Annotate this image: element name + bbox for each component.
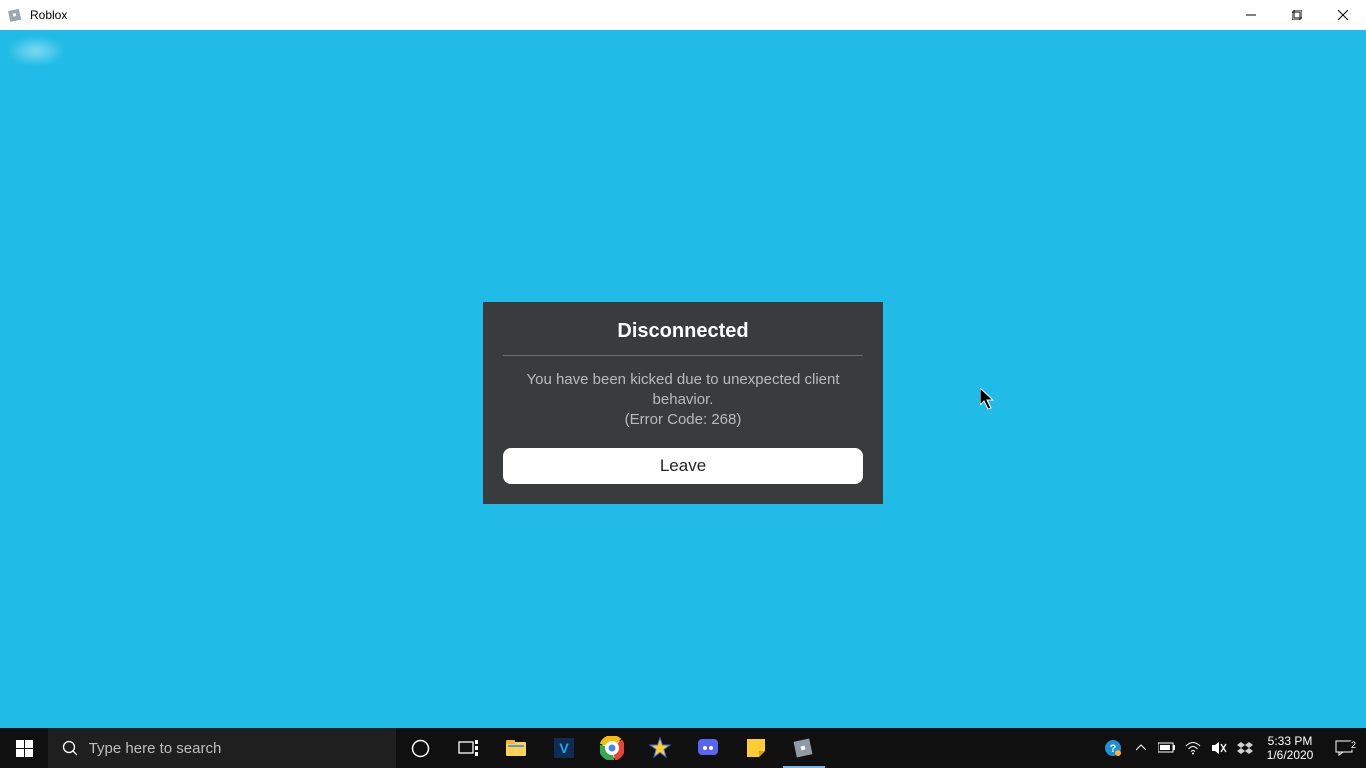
taskbar: V <box>0 728 1366 768</box>
dialog-message-line2: behavior. <box>653 391 714 408</box>
leave-button[interactable]: Leave <box>503 448 863 484</box>
close-button[interactable] <box>1320 0 1366 30</box>
taskbar-app-list: V <box>492 728 828 768</box>
taskbar-app-visual-studio[interactable]: V <box>540 728 588 768</box>
roblox-app-icon <box>8 7 24 23</box>
task-view-button[interactable] <box>444 728 492 768</box>
taskbar-app-notes[interactable] <box>732 728 780 768</box>
taskbar-app-roblox[interactable] <box>780 728 828 768</box>
clock-time: 5:33 PM <box>1268 734 1313 748</box>
taskbar-app-star[interactable] <box>636 728 684 768</box>
window-title: Roblox <box>30 8 67 22</box>
tray-overflow-icon[interactable] <box>1128 728 1154 768</box>
taskbar-app-google-chrome[interactable] <box>588 728 636 768</box>
clock-date: 1/6/2020 <box>1267 748 1314 762</box>
tray-dropbox-icon[interactable] <box>1232 728 1258 768</box>
taskbar-app-discord[interactable] <box>684 728 732 768</box>
system-tray: ? <box>1098 728 1366 768</box>
taskbar-app-file-explorer[interactable] <box>492 728 540 768</box>
dialog-message: You have been kicked due to unexpected c… <box>503 356 863 448</box>
tray-wifi-icon[interactable] <box>1180 728 1206 768</box>
mouse-cursor-icon <box>980 388 998 412</box>
window-titlebar: Roblox <box>0 0 1366 30</box>
tray-help-icon[interactable]: ? <box>1098 728 1128 768</box>
dialog-message-line1: You have been kicked due to unexpected c… <box>526 371 839 388</box>
action-center-button[interactable]: 2 <box>1322 740 1366 756</box>
maximize-button[interactable] <box>1274 0 1320 30</box>
disconnected-dialog: Disconnected You have been kicked due to… <box>483 302 883 504</box>
start-button[interactable] <box>0 728 48 768</box>
taskbar-clock[interactable]: 5:33 PM 1/6/2020 <box>1258 734 1322 762</box>
cortana-button[interactable] <box>396 728 444 768</box>
search-input[interactable] <box>89 740 396 757</box>
tray-volume-icon[interactable] <box>1206 728 1232 768</box>
search-icon <box>62 740 77 756</box>
viewport-glow <box>6 36 66 66</box>
taskbar-search[interactable] <box>48 728 396 768</box>
action-center-badge: 2 <box>1349 740 1358 750</box>
dialog-error-code: (Error Code: 268) <box>625 411 742 428</box>
dialog-title: Disconnected <box>503 320 863 356</box>
tray-battery-icon[interactable] <box>1154 728 1180 768</box>
svg-text:V: V <box>559 740 569 756</box>
game-viewport: Disconnected You have been kicked due to… <box>0 30 1366 728</box>
minimize-button[interactable] <box>1228 0 1274 30</box>
